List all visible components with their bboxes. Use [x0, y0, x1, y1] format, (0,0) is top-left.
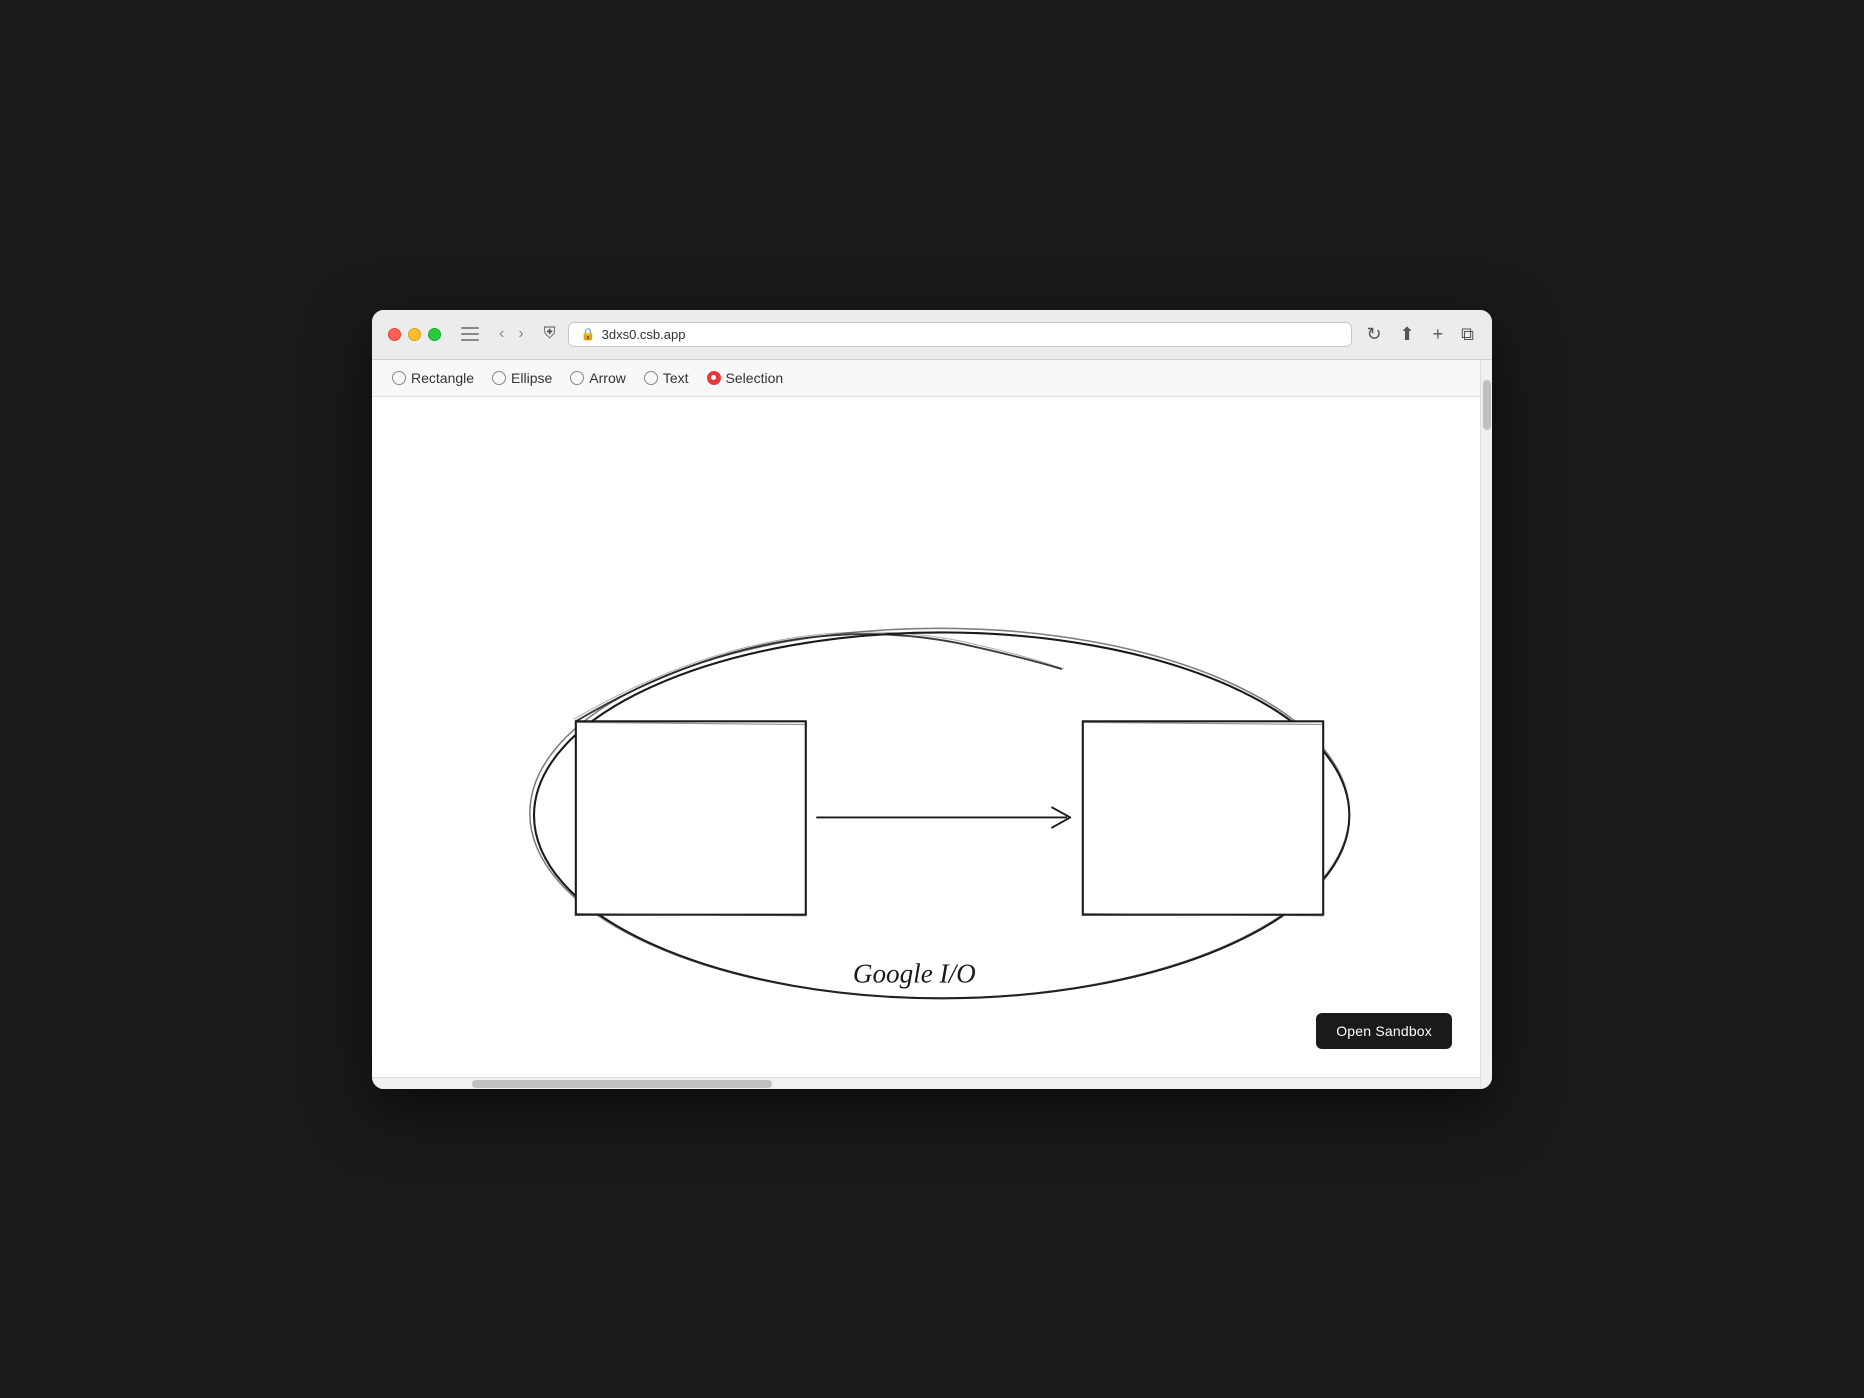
- overlap-curve: [574, 632, 1064, 721]
- radio-rectangle[interactable]: [392, 371, 406, 385]
- drawing-toolbar: Rectangle Ellipse Arrow Text Selection: [372, 360, 1480, 397]
- tool-selection-label: Selection: [726, 370, 784, 386]
- left-rectangle: [575, 721, 806, 915]
- browser-toolbar-actions: ↻ ⬆ + ⧉: [1364, 323, 1476, 345]
- radio-selection[interactable]: [707, 371, 721, 385]
- shield-icon: ⛨: [544, 325, 556, 343]
- open-sandbox-button[interactable]: Open Sandbox: [1316, 1013, 1452, 1049]
- content-wrapper: Rectangle Ellipse Arrow Text Selection: [372, 360, 1480, 1089]
- share-button[interactable]: ⬆: [1398, 323, 1417, 345]
- tool-selection[interactable]: Selection: [707, 370, 784, 386]
- url-text: 3dxs0.csb.app: [602, 327, 686, 342]
- sidebar-toggle-button[interactable]: [461, 327, 479, 341]
- forward-button[interactable]: ›: [514, 324, 527, 344]
- tool-ellipse[interactable]: Ellipse: [492, 370, 552, 386]
- right-rectangle: [1082, 721, 1323, 915]
- reload-button[interactable]: ↻: [1364, 323, 1383, 345]
- tool-ellipse-label: Ellipse: [511, 370, 552, 386]
- tool-text-label: Text: [663, 370, 689, 386]
- new-tab-button[interactable]: +: [1431, 323, 1446, 345]
- nav-buttons: ‹ ›: [495, 324, 528, 344]
- title-bar: ‹ › ⛨ 🔒 3dxs0.csb.app ↻ ⬆ + ⧉: [372, 310, 1492, 360]
- scrollbar-thumb[interactable]: [1483, 380, 1491, 430]
- address-bar[interactable]: 🔒 3dxs0.csb.app: [568, 322, 1353, 347]
- google-io-label: Google I/O: [853, 958, 976, 988]
- close-button[interactable]: [388, 328, 401, 341]
- lock-icon: 🔒: [581, 327, 596, 341]
- bottom-scrollbar[interactable]: [372, 1077, 1480, 1089]
- tool-arrow-label: Arrow: [589, 370, 626, 386]
- browser-body: Rectangle Ellipse Arrow Text Selection: [372, 360, 1492, 1089]
- radio-ellipse[interactable]: [492, 371, 506, 385]
- tabs-button[interactable]: ⧉: [1459, 323, 1476, 345]
- tool-rectangle-label: Rectangle: [411, 370, 474, 386]
- tool-arrow[interactable]: Arrow: [570, 370, 626, 386]
- arrow-shape: [816, 807, 1070, 828]
- minimize-button[interactable]: [408, 328, 421, 341]
- bottom-scrollbar-thumb[interactable]: [472, 1080, 772, 1088]
- radio-arrow[interactable]: [570, 371, 584, 385]
- maximize-button[interactable]: [428, 328, 441, 341]
- canvas-svg: Google I/O: [372, 397, 1480, 1077]
- tool-text[interactable]: Text: [644, 370, 689, 386]
- right-scrollbar[interactable]: [1480, 360, 1492, 1089]
- drawing-canvas[interactable]: Google I/O Open Sandbox: [372, 397, 1480, 1077]
- browser-window: ‹ › ⛨ 🔒 3dxs0.csb.app ↻ ⬆ + ⧉ Rectangle: [372, 310, 1492, 1089]
- traffic-lights: [388, 328, 441, 341]
- tool-rectangle[interactable]: Rectangle: [392, 370, 474, 386]
- back-button[interactable]: ‹: [495, 324, 508, 344]
- radio-text[interactable]: [644, 371, 658, 385]
